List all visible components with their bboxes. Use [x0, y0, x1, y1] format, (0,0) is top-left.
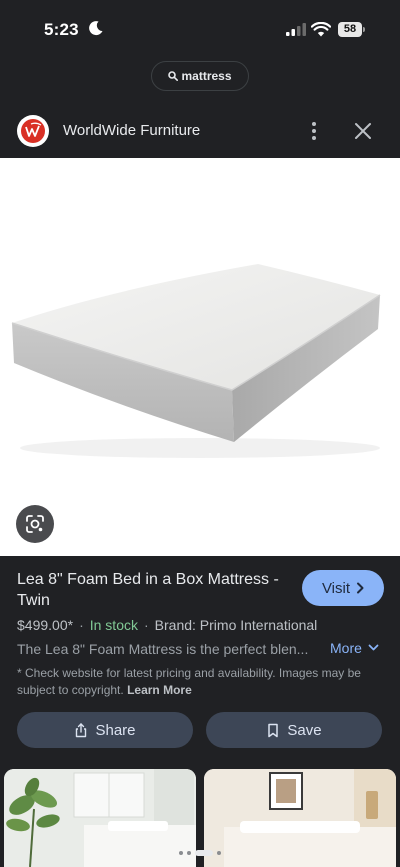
lens-search-button[interactable] [16, 505, 54, 543]
product-description: The Lea 8" Foam Mattress is the perfect … [17, 641, 309, 657]
learn-more-link[interactable]: Learn More [127, 683, 192, 697]
more-button[interactable]: More [330, 640, 379, 656]
disclaimer: * Check website for latest pricing and a… [17, 665, 377, 699]
moon-icon [89, 21, 103, 36]
more-label: More [330, 640, 362, 656]
product-brand: Brand: Primo International [154, 617, 318, 633]
more-vert-icon[interactable] [306, 121, 322, 141]
related-image-1[interactable] [4, 769, 196, 867]
site-name[interactable]: WorldWide Furniture [63, 122, 200, 139]
product-image[interactable] [0, 158, 400, 556]
search-query-text: mattress [181, 69, 232, 83]
share-icon [76, 722, 87, 737]
close-icon[interactable] [354, 122, 372, 140]
site-header: WorldWide Furniture [0, 106, 400, 156]
search-query-pill[interactable]: mattress [151, 61, 249, 91]
page-dot-active [195, 850, 213, 856]
battery-icon: 58 [338, 22, 366, 37]
visit-button-label: Visit [321, 579, 351, 597]
save-button[interactable]: Save [206, 712, 382, 748]
chevron-down-icon [368, 644, 379, 651]
product-meta: $499.00* · In stock · Brand: Primo Internati… [17, 617, 318, 633]
carousel-page-indicator [170, 848, 230, 858]
cellular-signal-icon [286, 23, 306, 36]
mattress-illustration [11, 264, 381, 458]
lens-icon [26, 515, 44, 533]
status-bar: 5:23 58 [0, 0, 400, 58]
save-label: Save [287, 721, 322, 739]
page-dot [179, 851, 183, 855]
search-icon [168, 71, 179, 81]
share-label: Share [95, 721, 136, 739]
share-button[interactable]: Share [17, 712, 193, 748]
related-image-2[interactable] [204, 769, 396, 867]
product-price: $499.00* [17, 617, 74, 633]
page-dot [217, 851, 221, 855]
chevron-right-icon [357, 582, 364, 594]
page-dot [187, 851, 191, 855]
battery-level: 58 [338, 22, 362, 37]
site-logo[interactable] [17, 115, 49, 147]
visit-button[interactable]: Visit [302, 570, 384, 606]
stock-status: In stock [89, 617, 138, 633]
status-time: 5:23 [44, 20, 79, 39]
wifi-icon [311, 22, 331, 37]
bookmark-icon [268, 723, 279, 737]
product-title[interactable]: Lea 8" Foam Bed in a Box Mattress - Twin [17, 569, 297, 611]
